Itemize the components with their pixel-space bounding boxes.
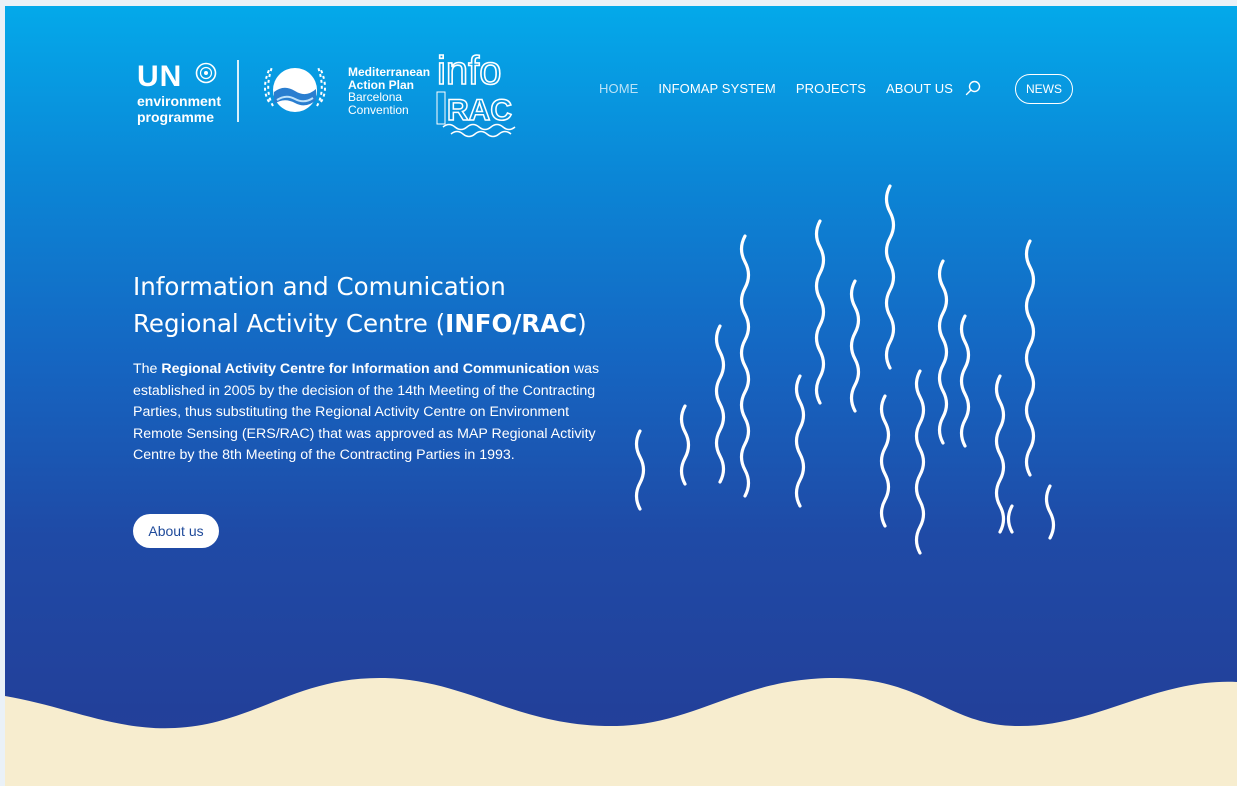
seaweed-strand — [739, 234, 751, 498]
hero-description: The Regional Activity Centre for Informa… — [133, 361, 600, 463]
seaweed-strand — [679, 404, 691, 486]
info-logo-top: info — [437, 49, 502, 93]
main-nav: HOME INFOMAP SYSTEM PROJECTS ABOUT US — [599, 80, 981, 96]
hero-title: Information and Comunication Regional Ac… — [133, 268, 653, 342]
logo-divider — [237, 60, 239, 122]
seaweed-illustration — [634, 184, 1056, 555]
hero-description-bold: Regional Activity Centre for Information… — [161, 361, 570, 377]
un-logo-line2: programme — [137, 109, 215, 125]
nav-home[interactable]: HOME — [599, 81, 638, 96]
map-logo-line4: Convention — [348, 102, 409, 117]
news-button[interactable]: NEWS — [1015, 74, 1073, 104]
seaweed-strand — [1044, 484, 1056, 540]
nav-about-us[interactable]: ABOUT US — [886, 81, 953, 96]
seaweed-strand — [814, 219, 826, 405]
map-logo-text: Mediterranean Action Plan Barcelona Conv… — [348, 66, 430, 116]
seaweed-strand — [959, 314, 971, 448]
hero-title-line2: Regional Activity Centre (INFO/RAC) — [133, 309, 587, 338]
un-logo-title: UN — [137, 60, 183, 93]
about-us-button[interactable]: About us — [133, 514, 219, 548]
seaweed-strand — [794, 374, 806, 508]
seaweed-strand — [634, 429, 646, 511]
search-icon[interactable] — [965, 80, 981, 96]
info-logo-bottom: RAC — [447, 94, 512, 127]
seaweed-strand — [1024, 239, 1036, 477]
un-environment-logo[interactable]: UN environment programme — [137, 60, 237, 125]
seaweed-strand — [849, 279, 861, 413]
seaweed-strand — [937, 259, 949, 445]
seaweed-strand — [994, 374, 1006, 534]
seaweed-strand — [1006, 504, 1014, 534]
info-rac-logo[interactable]: info RAC — [435, 48, 519, 140]
un-logo-line1: environment — [137, 93, 222, 109]
seaweed-strand — [884, 184, 896, 370]
sand-wave — [5, 677, 1237, 786]
hero-section: UN environment programme Mediterranean A… — [5, 6, 1237, 786]
hero-title-bold: INFO/RAC — [445, 309, 578, 338]
seaweed-strand — [879, 394, 891, 528]
seaweed-strand — [714, 324, 726, 484]
map-emblem-icon — [264, 66, 326, 112]
map-logo-line1: Mediterranean — [348, 65, 431, 79]
nav-infomap-system[interactable]: INFOMAP SYSTEM — [658, 81, 775, 96]
seaweed-strand — [914, 369, 926, 555]
map-logo-line3: Barcelona — [348, 90, 403, 104]
un-emblem-icon — [195, 62, 217, 84]
hero-title-line1: Information and Comunication — [133, 272, 506, 301]
nav-projects[interactable]: PROJECTS — [796, 81, 866, 96]
